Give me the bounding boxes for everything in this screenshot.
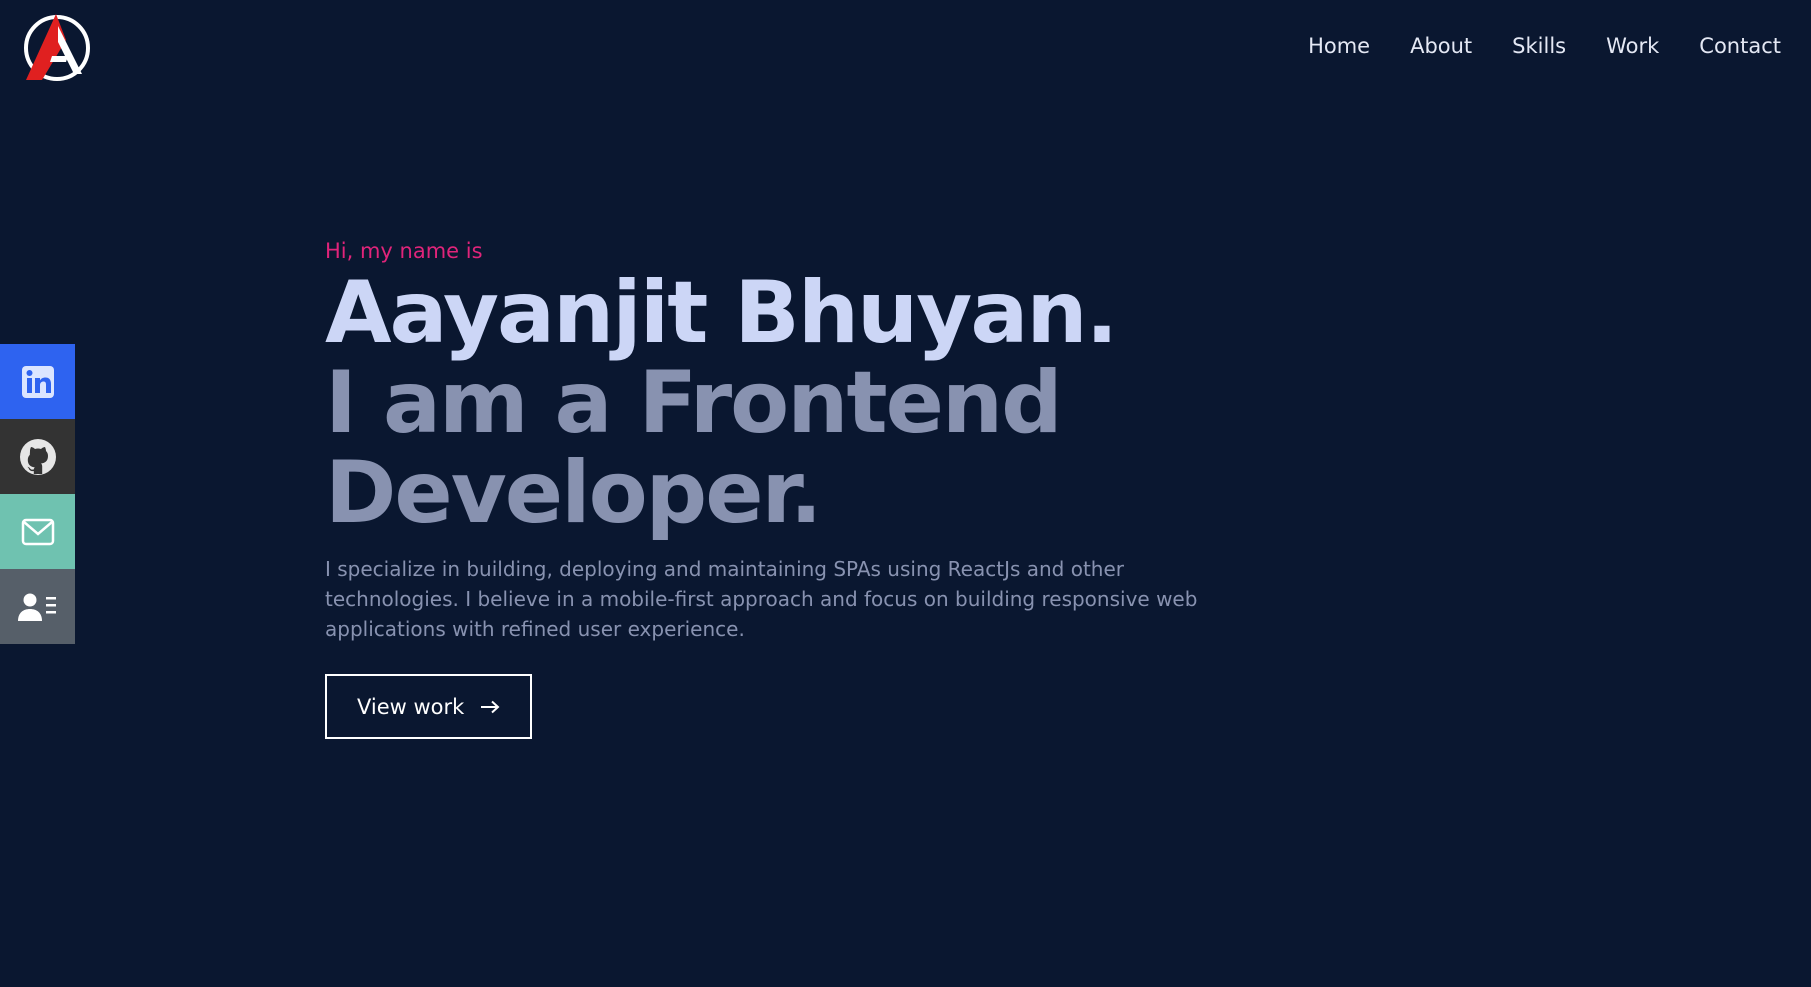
- nav-about[interactable]: About: [1410, 34, 1472, 58]
- github-link[interactable]: [0, 419, 75, 494]
- arrow-right-icon: [480, 695, 500, 719]
- hero-role: I am a Frontend Developer.: [325, 353, 1063, 543]
- nav-home[interactable]: Home: [1308, 34, 1370, 58]
- resume-icon: [17, 591, 58, 623]
- view-work-button[interactable]: View work: [325, 674, 533, 739]
- hero-section: Hi, my name is Aayanjit Bhuyan. I am a F…: [325, 236, 1245, 739]
- page: Home About Skills Work Contact Hi, my na…: [0, 0, 1811, 987]
- nav-work[interactable]: Work: [1606, 34, 1659, 58]
- view-work-label: View work: [357, 694, 465, 719]
- hero-greeting: Hi, my name is: [325, 239, 483, 263]
- github-icon: [19, 438, 57, 476]
- email-link[interactable]: [0, 494, 75, 569]
- resume-link[interactable]: [0, 569, 75, 644]
- main-nav: Home About Skills Work Contact: [1308, 34, 1781, 58]
- mail-icon: [21, 518, 55, 546]
- hero-name: Aayanjit Bhuyan.: [325, 263, 1118, 363]
- social-sidebar: [0, 344, 75, 644]
- linkedin-link[interactable]: [0, 344, 75, 419]
- nav-contact[interactable]: Contact: [1699, 34, 1781, 58]
- hero-description: I specialize in building, deploying and …: [325, 557, 1198, 641]
- linkedin-icon: [21, 365, 55, 399]
- nav-skills[interactable]: Skills: [1512, 34, 1566, 58]
- brand-logo-icon[interactable]: [22, 12, 92, 82]
